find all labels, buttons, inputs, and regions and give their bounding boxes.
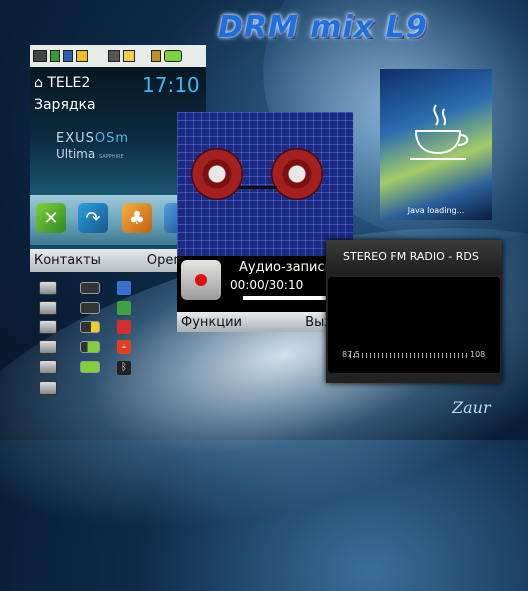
signal-icon	[39, 281, 57, 295]
airplane-icon	[108, 50, 120, 62]
edge-icon	[50, 50, 60, 62]
fm-radio-screen: STEREO FM RADIO - RDS 87.5 108	[326, 240, 502, 383]
radio-display: 87.5 108	[328, 277, 500, 373]
bluetooth-icon	[76, 50, 88, 62]
signal-icon	[33, 50, 47, 62]
page-title: DRM mix L9	[218, 10, 428, 45]
recorder-artwork	[177, 112, 353, 256]
softkey-contacts[interactable]: Контакты	[34, 253, 101, 268]
battery-full-icon	[80, 361, 100, 373]
settings-tools-icon[interactable]: ✕	[36, 203, 66, 233]
speaker-icon	[151, 50, 161, 62]
battery-icon	[164, 50, 182, 62]
recorder-title: Аудио-запись	[239, 260, 333, 275]
theme-logo: EXUSOSm	[56, 131, 130, 146]
frequency-scale[interactable]	[350, 353, 470, 358]
java-cup-icon	[410, 104, 469, 160]
redo-icon[interactable]: ↷	[78, 203, 108, 233]
signal-icon	[39, 301, 57, 315]
bluetooth-icon: ᛒ	[117, 361, 131, 375]
battery-mid-icon	[80, 341, 100, 353]
home-icon: ⌂	[34, 75, 43, 91]
battery-empty-icon	[80, 302, 100, 314]
status-bar	[30, 45, 206, 67]
usb-icon	[63, 50, 73, 62]
author-signature: Zaur	[452, 398, 491, 417]
charging-status: Зарядка	[34, 97, 96, 113]
freq-max-label: 108	[470, 350, 486, 359]
softkey-functions[interactable]: Функции	[181, 315, 242, 330]
battery-empty-icon	[80, 282, 100, 294]
recording-time: 00:00/30:10	[230, 278, 304, 292]
record-button[interactable]	[181, 260, 221, 300]
signal-icon	[39, 360, 57, 374]
tape-reel-icon	[191, 148, 243, 200]
java-loading-text: Java loading...	[407, 206, 465, 215]
record-icon	[195, 274, 207, 286]
operator-name: ⌂ TELE2	[34, 75, 91, 91]
message-icon	[123, 50, 135, 62]
signal-icon	[39, 381, 57, 395]
tape-reel-icon	[271, 148, 323, 200]
java-splash-screen: Java loading...	[380, 69, 492, 220]
call-out-icon	[117, 281, 131, 295]
clock: 17:10	[142, 73, 200, 97]
battery-low-icon	[80, 321, 100, 333]
tape-line	[239, 186, 277, 189]
radio-header: STEREO FM RADIO - RDS	[326, 240, 502, 274]
java-icon: ☕	[117, 340, 131, 354]
missed-call-icon	[117, 320, 131, 334]
call-in-icon	[117, 301, 131, 315]
theme-logo-subtitle: Ultima SAPPHIRE	[56, 147, 124, 161]
signal-icon	[39, 320, 57, 334]
signal-icon	[39, 340, 57, 354]
cards-game-icon[interactable]: ♣	[122, 203, 152, 233]
